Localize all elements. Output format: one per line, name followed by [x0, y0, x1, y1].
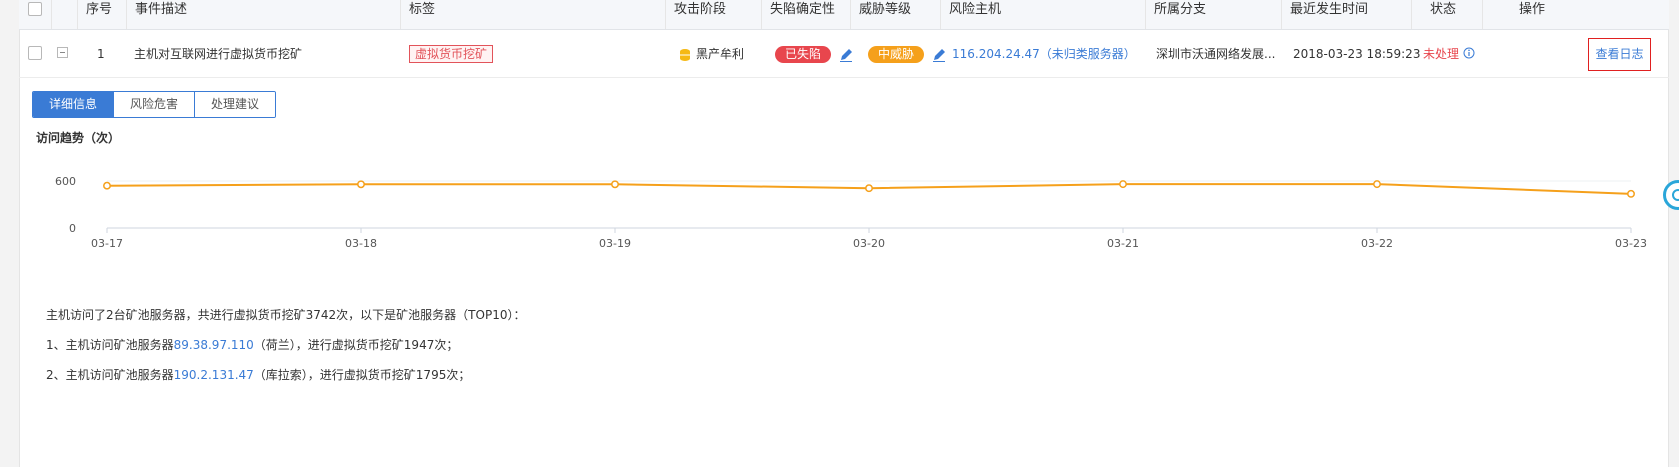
detail-item-1-suffix: （荷兰），进行虚拟货币挖矿1947次； [253, 338, 459, 352]
detail-item-2-ip[interactable]: 190.2.131.47 [174, 368, 254, 382]
x-tick-label: 03-19 [599, 237, 631, 250]
data-point [1373, 180, 1381, 189]
x-tick-label: 03-21 [1107, 237, 1139, 250]
y-tick-label: 0 [69, 222, 76, 235]
data-point [103, 181, 111, 190]
data-point [865, 184, 873, 193]
detail-summary: 主机访问了2台矿池服务器，共进行虚拟货币挖矿3742次，以下是矿池服务器（TOP… [46, 308, 526, 322]
data-point [611, 180, 619, 189]
x-tick-label: 03-17 [91, 237, 123, 250]
data-point [357, 180, 365, 189]
detail-item-2: 2、主机访问矿池服务器190.2.131.47（库拉索），进行虚拟货币挖矿179… [46, 366, 470, 383]
data-point [1119, 180, 1127, 189]
detail-item-1: 1、主机访问矿池服务器89.38.97.110（荷兰），进行虚拟货币挖矿1947… [46, 336, 458, 353]
x-tick-label: 03-23 [1615, 237, 1647, 250]
detail-item-2-prefix: 2、主机访问矿池服务器 [46, 368, 174, 382]
data-point [1627, 189, 1635, 198]
trend-chart: 0 600 03-17 03-18 03-19 03-20 03-21 03-22 03-23 [55, 175, 1647, 250]
detail-item-2-suffix: （库拉索），进行虚拟货币挖矿1795次； [253, 368, 471, 382]
y-tick-label: 600 [55, 175, 76, 188]
x-tick-label: 03-18 [345, 237, 377, 250]
detail-item-1-ip[interactable]: 89.38.97.110 [174, 338, 254, 352]
detail-item-1-prefix: 1、主机访问矿池服务器 [46, 338, 174, 352]
x-tick-label: 03-22 [1361, 237, 1393, 250]
x-tick-label: 03-20 [853, 237, 885, 250]
